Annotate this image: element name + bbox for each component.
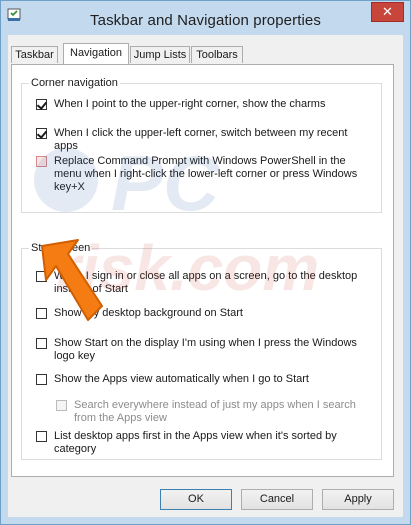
show-charms-label: When I point to the upper-right corner, … — [54, 98, 326, 110]
search-everywhere-checkbox — [56, 400, 67, 411]
desktop-background-checkbox[interactable] — [36, 308, 47, 319]
start-screen-group: Start screen When I sign in or close all… — [21, 242, 382, 460]
apply-button[interactable]: Apply — [322, 489, 394, 510]
powershell-label: Replace Command Prompt with Windows Powe… — [54, 155, 358, 193]
corner-navigation-heading: Corner navigation — [29, 77, 120, 89]
show-start-on-display-checkbox[interactable] — [36, 338, 47, 349]
desktop-background-label: Show my desktop background on Start — [54, 307, 243, 319]
close-icon: ✕ — [382, 4, 393, 19]
title-bar[interactable]: Taskbar and Navigation properties ✕ — [1, 1, 410, 35]
close-button[interactable]: ✕ — [371, 2, 404, 22]
option-powershell[interactable]: Replace Command Prompt with Windows Powe… — [36, 155, 371, 193]
navigation-tab-panel: Corner navigation When I point to the up… — [11, 64, 394, 477]
list-desktop-apps-first-label: List desktop apps first in the Apps view… — [54, 430, 337, 455]
ok-button[interactable]: OK — [160, 489, 232, 510]
tab-navigation[interactable]: Navigation — [63, 43, 129, 64]
switch-recent-apps-label: When I click the upper-left corner, swit… — [54, 127, 348, 152]
window-title: Taskbar and Navigation properties — [90, 12, 321, 29]
apps-view-auto-label: Show the Apps view automatically when I … — [54, 373, 309, 385]
show-charms-checkbox[interactable] — [36, 99, 47, 110]
list-desktop-apps-first-checkbox[interactable] — [36, 431, 47, 442]
apps-view-auto-checkbox[interactable] — [36, 374, 47, 385]
dialog-client-area: Taskbar Navigation Jump Lists Toolbars C… — [8, 35, 403, 517]
cancel-button[interactable]: Cancel — [241, 489, 313, 510]
tab-taskbar[interactable]: Taskbar — [11, 46, 58, 63]
option-desktop-background[interactable]: Show my desktop background on Start — [36, 307, 371, 321]
start-screen-heading: Start screen — [29, 242, 93, 254]
powershell-checkbox[interactable] — [36, 156, 47, 167]
corner-navigation-group: Corner navigation When I point to the up… — [21, 77, 382, 213]
option-switch-recent-apps[interactable]: When I click the upper-left corner, swit… — [36, 127, 371, 152]
option-search-everywhere: Search everywhere instead of just my app… — [56, 399, 371, 427]
go-to-desktop-checkbox[interactable] — [36, 271, 47, 282]
properties-window: Taskbar and Navigation properties ✕ Task… — [0, 0, 411, 525]
tab-jump-lists[interactable]: Jump Lists — [130, 46, 190, 63]
option-go-to-desktop[interactable]: When I sign in or close all apps on a sc… — [36, 270, 371, 298]
show-start-on-display-label: Show Start on the display I'm using when… — [54, 337, 357, 362]
tab-toolbars[interactable]: Toolbars — [191, 46, 243, 63]
option-show-start-on-display[interactable]: Show Start on the display I'm using when… — [36, 337, 371, 365]
switch-recent-apps-checkbox[interactable] — [36, 128, 47, 139]
option-show-charms[interactable]: When I point to the upper-right corner, … — [36, 98, 371, 112]
option-list-desktop-apps-first[interactable]: List desktop apps first in the Apps view… — [36, 430, 371, 458]
option-apps-view-auto[interactable]: Show the Apps view automatically when I … — [36, 373, 371, 387]
go-to-desktop-label: When I sign in or close all apps on a sc… — [54, 270, 358, 295]
search-everywhere-label: Search everywhere instead of just my app… — [74, 399, 356, 424]
